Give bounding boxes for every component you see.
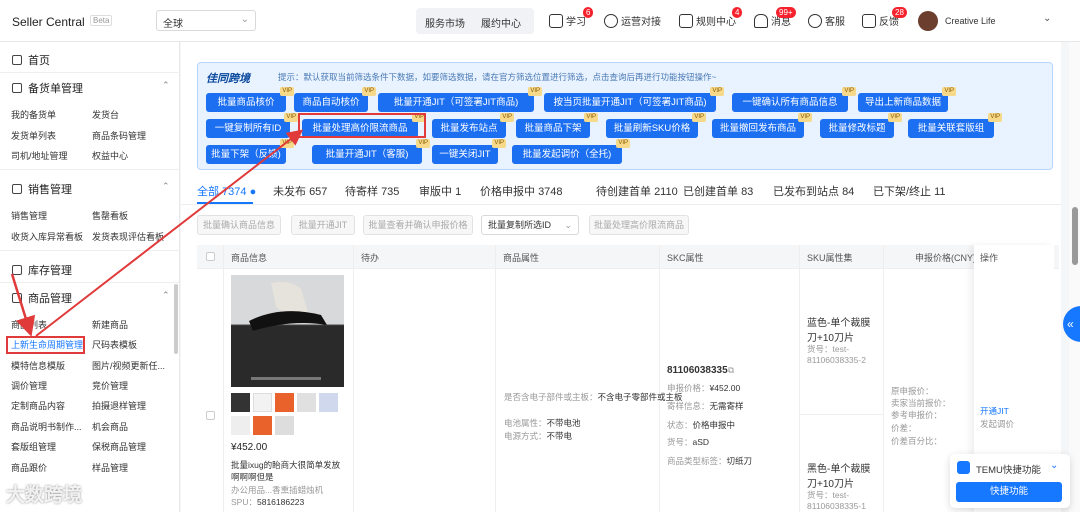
arrow-to-sidebar [10,273,36,337]
annotation-arrows [10,129,304,337]
arrow-to-button [35,129,304,337]
